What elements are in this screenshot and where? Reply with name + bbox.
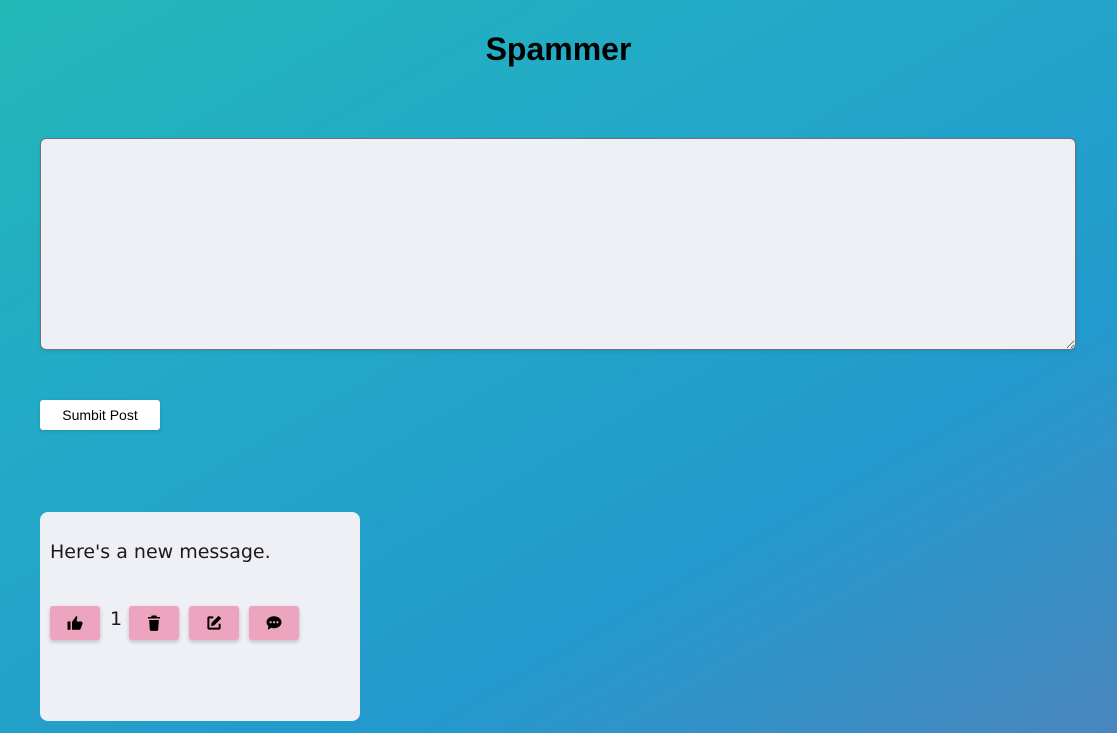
trash-icon [145, 614, 163, 632]
like-count: 1 [110, 608, 123, 630]
like-button[interactable] [50, 606, 100, 640]
edit-button[interactable] [189, 606, 239, 640]
edit-icon [205, 614, 223, 632]
comment-button[interactable] [249, 606, 299, 640]
submit-post-button[interactable]: Sumbit Post [40, 400, 160, 430]
thumbs-up-icon [66, 614, 84, 632]
post-textarea[interactable] [40, 138, 1076, 350]
post-message: Here's a new message. [50, 541, 271, 563]
comment-dots-icon [265, 614, 283, 632]
delete-button[interactable] [129, 606, 179, 640]
page-title: Spammer [485, 31, 632, 67]
post-card: Here's a new message. 1 [40, 512, 360, 721]
